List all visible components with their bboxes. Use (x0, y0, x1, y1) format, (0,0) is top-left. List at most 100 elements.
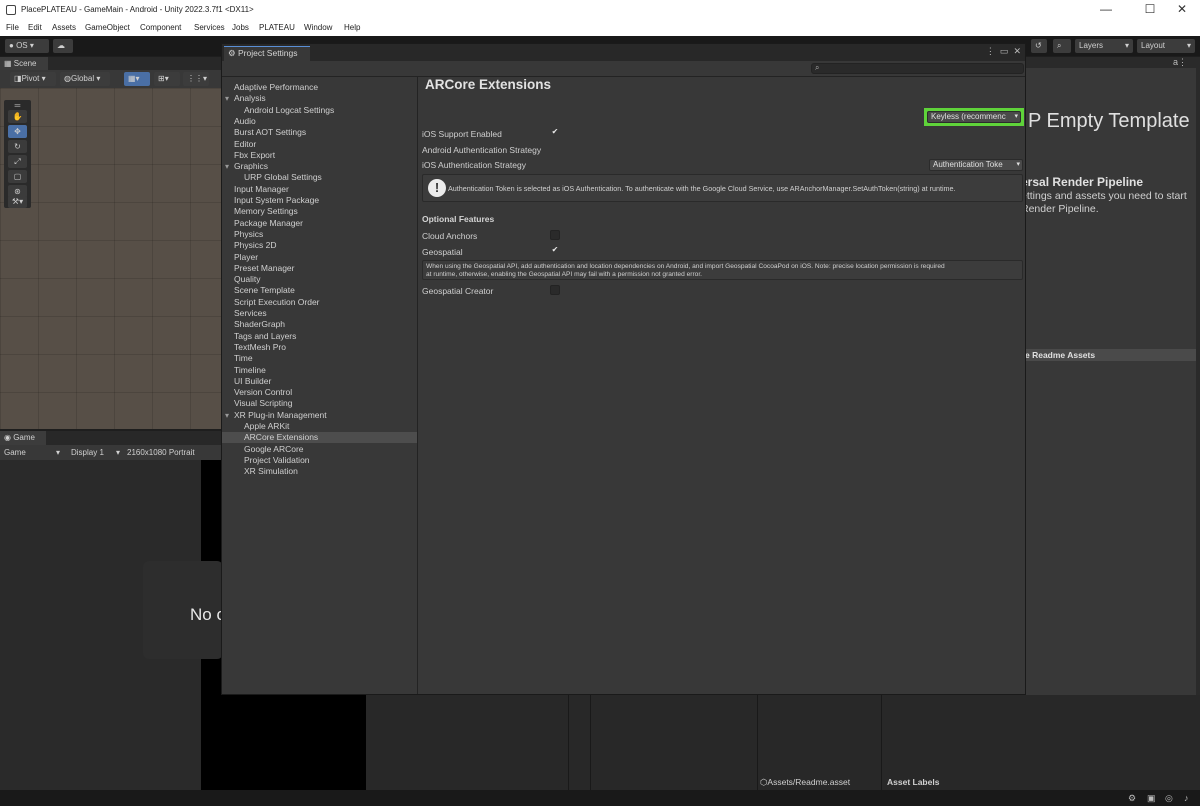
nav-item-analysis[interactable]: Analysis (225, 93, 266, 104)
tab-game[interactable]: ◉ Game (0, 431, 46, 445)
menu-file[interactable]: File (6, 23, 19, 32)
more-options-icon[interactable]: ⋮ (986, 46, 995, 56)
nav-item-textmesh-pro[interactable]: TextMesh Pro (234, 342, 286, 353)
section-heading: Optional Features (422, 214, 495, 224)
display-dropdown[interactable]: Display 1 (71, 445, 104, 460)
menu-window[interactable]: Window (304, 23, 332, 32)
menu-gameobject[interactable]: GameObject (85, 23, 130, 32)
grid-snap-icon[interactable]: ▦▾ (124, 72, 150, 86)
nav-item-input-system-package[interactable]: Input System Package (234, 195, 319, 206)
progress-icon[interactable]: ◎ (1165, 793, 1173, 804)
minimize-button[interactable]: — (1087, 2, 1125, 16)
pivot-dropdown[interactable]: ◨Pivot ▾ (10, 72, 56, 86)
nav-item-project-validation[interactable]: Project Validation (244, 455, 310, 466)
nav-item-memory-settings[interactable]: Memory Settings (234, 206, 298, 217)
resolution-dropdown[interactable]: 2160x1080 Portrait (127, 445, 195, 460)
window-title: PlacePLATEAU - GameMain - Android - Unit… (21, 5, 254, 14)
view-options-icon[interactable]: ⋮⋮▾ (183, 72, 209, 86)
chevron-down-icon: ▾ (1014, 113, 1018, 120)
history-icon[interactable]: ↺ (1031, 39, 1047, 53)
snap-increment-icon[interactable]: ⊞▾ (154, 72, 180, 86)
nav-item-editor[interactable]: Editor (234, 139, 256, 150)
menu-component[interactable]: Component (140, 23, 181, 32)
tab-scene[interactable]: ▦ Scene (0, 57, 48, 70)
network-icon[interactable]: ▣ (1147, 793, 1156, 804)
menu-services[interactable]: Services (194, 23, 225, 32)
cloud-icon[interactable]: ☁ (53, 39, 73, 53)
readme-urp-description: ettings and assets you need to start (1021, 190, 1187, 202)
global-dropdown[interactable]: ◍Global ▾ (60, 72, 110, 86)
geospatial-creator-checkbox[interactable] (550, 285, 560, 295)
maximize-window-icon[interactable]: ▭ (1000, 46, 1009, 56)
move-tool-icon[interactable]: ✥ (8, 125, 27, 138)
search-input[interactable]: ⌕ (811, 63, 1024, 74)
nav-item-xr-plug-in-management[interactable]: XR Plug-in Management (225, 410, 327, 421)
android-auth-label: Android Authentication Strategy (422, 145, 542, 155)
menu-help[interactable]: Help (344, 23, 360, 32)
rect-tool-icon[interactable]: ▢ (8, 170, 27, 183)
nav-item-burst-aot-settings[interactable]: Burst AOT Settings (234, 127, 306, 138)
nav-item-timeline[interactable]: Timeline (234, 365, 266, 376)
nav-item-android-logcat-settings[interactable]: Android Logcat Settings (244, 105, 334, 116)
scale-tool-icon[interactable]: ⤢ (8, 155, 27, 168)
menu-assets[interactable]: Assets (52, 23, 76, 32)
ios-support-checkbox[interactable]: ✔ (550, 128, 560, 138)
custom-tool-icon[interactable]: ⚒▾ (8, 196, 27, 208)
asset-labels-heading: Asset Labels (887, 777, 940, 787)
ios-auth-dropdown[interactable]: Authentication Toke ▾ (929, 159, 1023, 171)
notification-icon[interactable]: ♪ (1184, 793, 1189, 803)
hand-tool-icon[interactable]: ✋ (8, 110, 27, 123)
nav-item-input-manager[interactable]: Input Manager (234, 184, 289, 195)
game-mode-dropdown[interactable]: Game (4, 445, 26, 460)
android-auth-dropdown[interactable]: Keyless (recommenc ▾ (927, 111, 1021, 123)
nav-item-visual-scripting[interactable]: Visual Scripting (234, 398, 292, 409)
nav-item-services[interactable]: Services (234, 308, 267, 319)
nav-item-physics-2d[interactable]: Physics 2D (234, 240, 277, 251)
menu-edit[interactable]: Edit (28, 23, 42, 32)
nav-item-urp-global-settings[interactable]: URP Global Settings (244, 172, 322, 183)
geospatial-label: Geospatial (422, 247, 463, 257)
close-icon[interactable]: ✕ (1013, 46, 1021, 56)
search-icon[interactable]: ⌕ (1053, 39, 1071, 53)
layers-dropdown[interactable]: Layers ▾ (1075, 39, 1133, 53)
account-dropdown[interactable]: ● OS ▾ (5, 39, 49, 53)
nav-item-ui-builder[interactable]: UI Builder (234, 376, 271, 387)
lock-icon[interactable]: a⋮ (1173, 57, 1187, 68)
layout-dropdown[interactable]: Layout ▾ (1137, 39, 1195, 53)
nav-item-script-execution-order[interactable]: Script Execution Order (234, 297, 320, 308)
geospatial-checkbox[interactable]: ✔ (550, 246, 560, 256)
rotate-tool-icon[interactable]: ↻ (8, 140, 27, 153)
highlight-box: Keyless (recommenc ▾ (924, 108, 1024, 126)
nav-item-fbx-export[interactable]: Fbx Export (234, 150, 275, 161)
menu-jobs[interactable]: Jobs (232, 23, 249, 32)
nav-item-player[interactable]: Player (234, 252, 258, 263)
nav-item-google-arcore[interactable]: Google ARCore (244, 444, 304, 455)
nav-item-graphics[interactable]: Graphics (225, 161, 268, 172)
debug-icon[interactable]: ⚙ (1128, 793, 1136, 804)
close-window-button[interactable]: ✕ (1163, 2, 1200, 16)
nav-item-quality[interactable]: Quality (234, 274, 260, 285)
tab-project-settings[interactable]: ⚙ Project Settings (224, 46, 310, 61)
nav-item-physics[interactable]: Physics (234, 229, 263, 240)
nav-item-preset-manager[interactable]: Preset Manager (234, 263, 294, 274)
nav-item-scene-template[interactable]: Scene Template (234, 285, 295, 296)
nav-item-arcore-extensions[interactable]: ARCore Extensions (244, 432, 318, 443)
cloud-anchors-checkbox[interactable] (550, 230, 560, 240)
nav-item-version-control[interactable]: Version Control (234, 387, 292, 398)
nav-item-package-manager[interactable]: Package Manager (234, 218, 303, 229)
nav-item-shadergraph[interactable]: ShaderGraph (234, 319, 285, 330)
nav-item-tags-and-layers[interactable]: Tags and Layers (234, 331, 296, 342)
nav-item-audio[interactable]: Audio (234, 116, 256, 127)
nav-item-apple-arkit[interactable]: Apple ARKit (244, 421, 289, 432)
nav-item-adaptive-performance[interactable]: Adaptive Performance (234, 82, 318, 93)
status-bar: ⚙ ▣ ◎ ♪ (0, 790, 1200, 806)
menu-plateau[interactable]: PLATEAU (259, 23, 295, 32)
nav-item-time[interactable]: Time (234, 353, 253, 364)
readme-assets-bar: e Readme Assets (1021, 349, 1196, 361)
scene-viewport[interactable] (0, 88, 221, 429)
project-panel (366, 695, 1200, 790)
cloud-anchors-label: Cloud Anchors (422, 231, 478, 241)
geospatial-helpbox: When using the Geospatial API, add authe… (422, 260, 1023, 280)
nav-item-xr-simulation[interactable]: XR Simulation (244, 466, 298, 477)
drag-handle-icon[interactable]: ═ (8, 102, 27, 110)
